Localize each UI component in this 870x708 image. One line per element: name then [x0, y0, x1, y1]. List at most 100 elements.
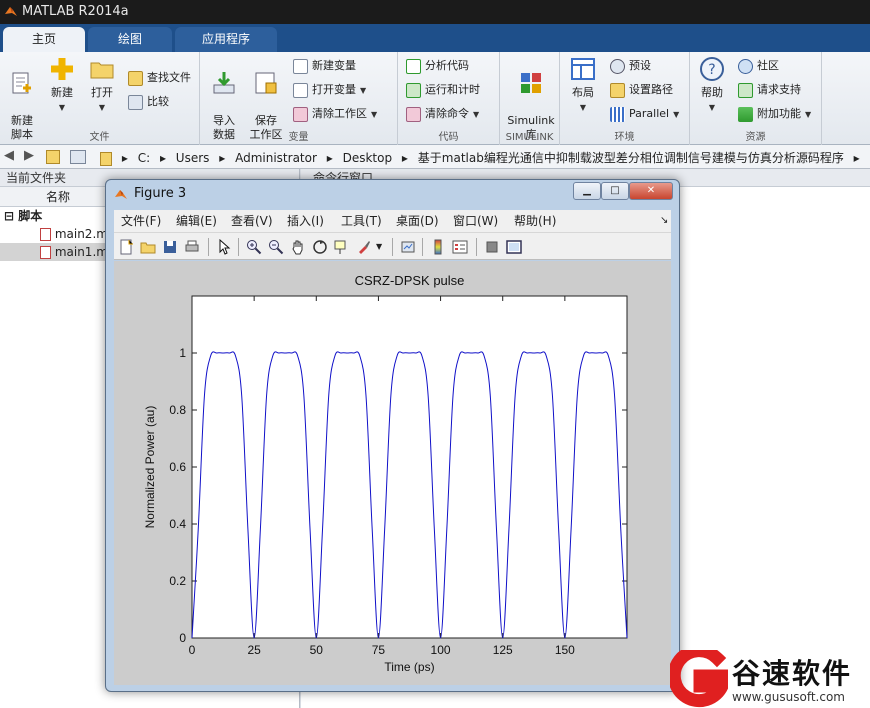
menu-view[interactable]: 查看(V): [231, 210, 273, 232]
maximize-button[interactable]: □: [601, 182, 629, 200]
forward-arrow-icon[interactable]: ▶: [24, 148, 34, 163]
chevron-down-icon: ▼: [708, 103, 716, 112]
legend-icon[interactable]: [452, 239, 468, 255]
breadcrumb-item[interactable]: C:: [138, 151, 150, 165]
show-plot-tools-icon[interactable]: [506, 239, 522, 255]
simulink-icon: [521, 73, 541, 93]
breadcrumb-sep: ▸: [326, 151, 333, 165]
addons-button[interactable]: 附加功能 ▼: [738, 104, 811, 124]
open-button[interactable]: 打开 ▼: [82, 56, 122, 115]
svg-text:?: ?: [708, 62, 715, 78]
chevron-down-icon: ▼: [579, 103, 587, 112]
new-figure-icon[interactable]: [118, 239, 134, 255]
open-variable-button[interactable]: 打开变量 ▼: [293, 80, 366, 100]
close-button[interactable]: ✕: [629, 182, 673, 200]
zoom-in-icon[interactable]: [246, 239, 262, 255]
compare-button[interactable]: 比较: [128, 92, 169, 112]
data-cursor-icon[interactable]: [334, 239, 350, 255]
minimize-button[interactable]: ▁: [573, 182, 601, 200]
tab-home[interactable]: 主页: [3, 27, 85, 52]
link-plot-icon[interactable]: [400, 239, 416, 255]
plot-title: CSRZ-DPSK pulse: [355, 273, 465, 288]
new-label: 新建: [51, 86, 73, 99]
breadcrumb-sep: ▸: [121, 151, 128, 165]
group-file-label: 文件: [89, 132, 110, 143]
toolbar-separator: [208, 238, 209, 256]
dock-arrow-icon[interactable]: ↘: [660, 210, 668, 232]
clear-workspace-button[interactable]: 清除工作区 ▼: [293, 104, 377, 124]
y-tick-label: 1: [179, 346, 186, 360]
x-tick-label: 25: [247, 643, 261, 657]
colorbar-icon[interactable]: [430, 239, 446, 255]
breadcrumb-item[interactable]: Administrator: [235, 151, 317, 165]
preferences-button[interactable]: 预设: [610, 56, 651, 76]
brush-icon[interactable]: [356, 239, 372, 255]
menu-edit[interactable]: 编辑(E): [176, 210, 217, 232]
new-variable-button[interactable]: 新建变量: [293, 56, 356, 76]
open-file-icon[interactable]: [140, 239, 156, 255]
chevron-down-icon[interactable]: ▼: [376, 239, 392, 255]
tab-apps[interactable]: 应用程序: [175, 27, 277, 52]
line-plot[interactable]: 0 25 50 75 100 125 150 0 0.2 0.4 0.6 0.8 1 CSRZ-DPSK…: [114, 261, 671, 685]
analyze-code-icon: [406, 58, 421, 74]
set-path-icon: [610, 82, 625, 98]
figure-window[interactable]: Figure 3 ▁ □ ✕ 文件(F) 编辑(E) 查看(V) 插入(I) 工…: [105, 179, 680, 692]
layout-button[interactable]: 布局 ▼: [563, 56, 603, 115]
simulink-library-button[interactable]: Simulink 库: [505, 56, 557, 142]
parallel-icon: [610, 106, 625, 122]
zoom-out-icon[interactable]: [268, 239, 284, 255]
parallel-button[interactable]: Parallel ▼: [610, 104, 679, 124]
tab-plots[interactable]: 绘图: [88, 27, 172, 52]
menu-desktop[interactable]: 桌面(D): [396, 210, 439, 232]
breadcrumb-sep: ▸: [401, 151, 408, 165]
set-path-button[interactable]: 设置路径: [610, 80, 673, 100]
watermark-brand: 谷速软件: [732, 657, 853, 690]
request-support-button[interactable]: 请求支持: [738, 80, 801, 100]
community-icon: [738, 58, 753, 74]
chevron-down-icon: ▼: [58, 103, 66, 112]
pointer-icon[interactable]: [216, 239, 232, 255]
group-resources: ? 帮助 ▼ 社区 请求支持 附加功能 ▼ 资源: [690, 52, 822, 145]
x-tick-label: 50: [310, 643, 324, 657]
breadcrumb: ▸ C: ▸ Users ▸ Administrator ▸ Desktop ▸…: [100, 149, 870, 166]
support-icon: [738, 82, 753, 98]
addons-icon: [738, 106, 753, 122]
folder-open-icon: [90, 62, 114, 79]
pan-hand-icon[interactable]: [290, 239, 306, 255]
group-code: 分析代码 运行和计时 清除命令 ▼ 代码: [398, 52, 500, 145]
back-arrow-icon[interactable]: ◀: [4, 148, 14, 163]
print-icon[interactable]: [184, 239, 200, 255]
save-icon[interactable]: [162, 239, 178, 255]
figure-canvas[interactable]: 0 25 50 75 100 125 150 0 0.2 0.4 0.6 0.8 1 CSRZ-DPSK…: [114, 261, 671, 685]
menu-help[interactable]: 帮助(H): [514, 210, 556, 232]
help-button[interactable]: ? 帮助 ▼: [692, 56, 732, 115]
up-folder-icon[interactable]: [46, 150, 60, 164]
run-and-time-button[interactable]: 运行和计时: [406, 80, 480, 100]
menu-tools[interactable]: 工具(T): [341, 210, 382, 232]
x-tick-label: 0: [189, 643, 196, 657]
hide-plot-tools-icon[interactable]: [484, 239, 500, 255]
group-code-label: 代码: [438, 132, 459, 143]
breadcrumb-item[interactable]: Desktop: [343, 151, 393, 165]
app-title: MATLAB R2014a: [22, 4, 129, 19]
new-button[interactable]: 新建 ▼: [42, 56, 82, 115]
breadcrumb-item[interactable]: Users: [176, 151, 210, 165]
figure-titlebar[interactable]: Figure 3 ▁ □ ✕: [106, 180, 679, 208]
browse-folder-icon[interactable]: [70, 150, 86, 164]
community-button[interactable]: 社区: [738, 56, 779, 76]
y-tick-label: 0.6: [169, 460, 186, 474]
collapse-icon[interactable]: ⊟: [4, 209, 14, 223]
figure-title: Figure 3: [134, 186, 187, 201]
group-environment-label: 环境: [614, 132, 635, 143]
breadcrumb-item[interactable]: 基于matlab编程光通信中抑制载波型差分相位调制信号建模与仿真分析源码程序: [418, 151, 844, 165]
rotate-3d-icon[interactable]: [312, 239, 328, 255]
analyze-code-button[interactable]: 分析代码: [406, 56, 469, 76]
clear-commands-button[interactable]: 清除命令 ▼: [406, 104, 479, 124]
chevron-down-icon: ▼: [805, 110, 812, 119]
x-tick-label: 100: [431, 643, 451, 657]
menu-window[interactable]: 窗口(W): [453, 210, 498, 232]
menu-file[interactable]: 文件(F): [121, 210, 161, 232]
find-files-button[interactable]: 查找文件: [128, 68, 191, 88]
menu-insert[interactable]: 插入(I): [287, 210, 324, 232]
new-variable-icon: [293, 58, 308, 74]
